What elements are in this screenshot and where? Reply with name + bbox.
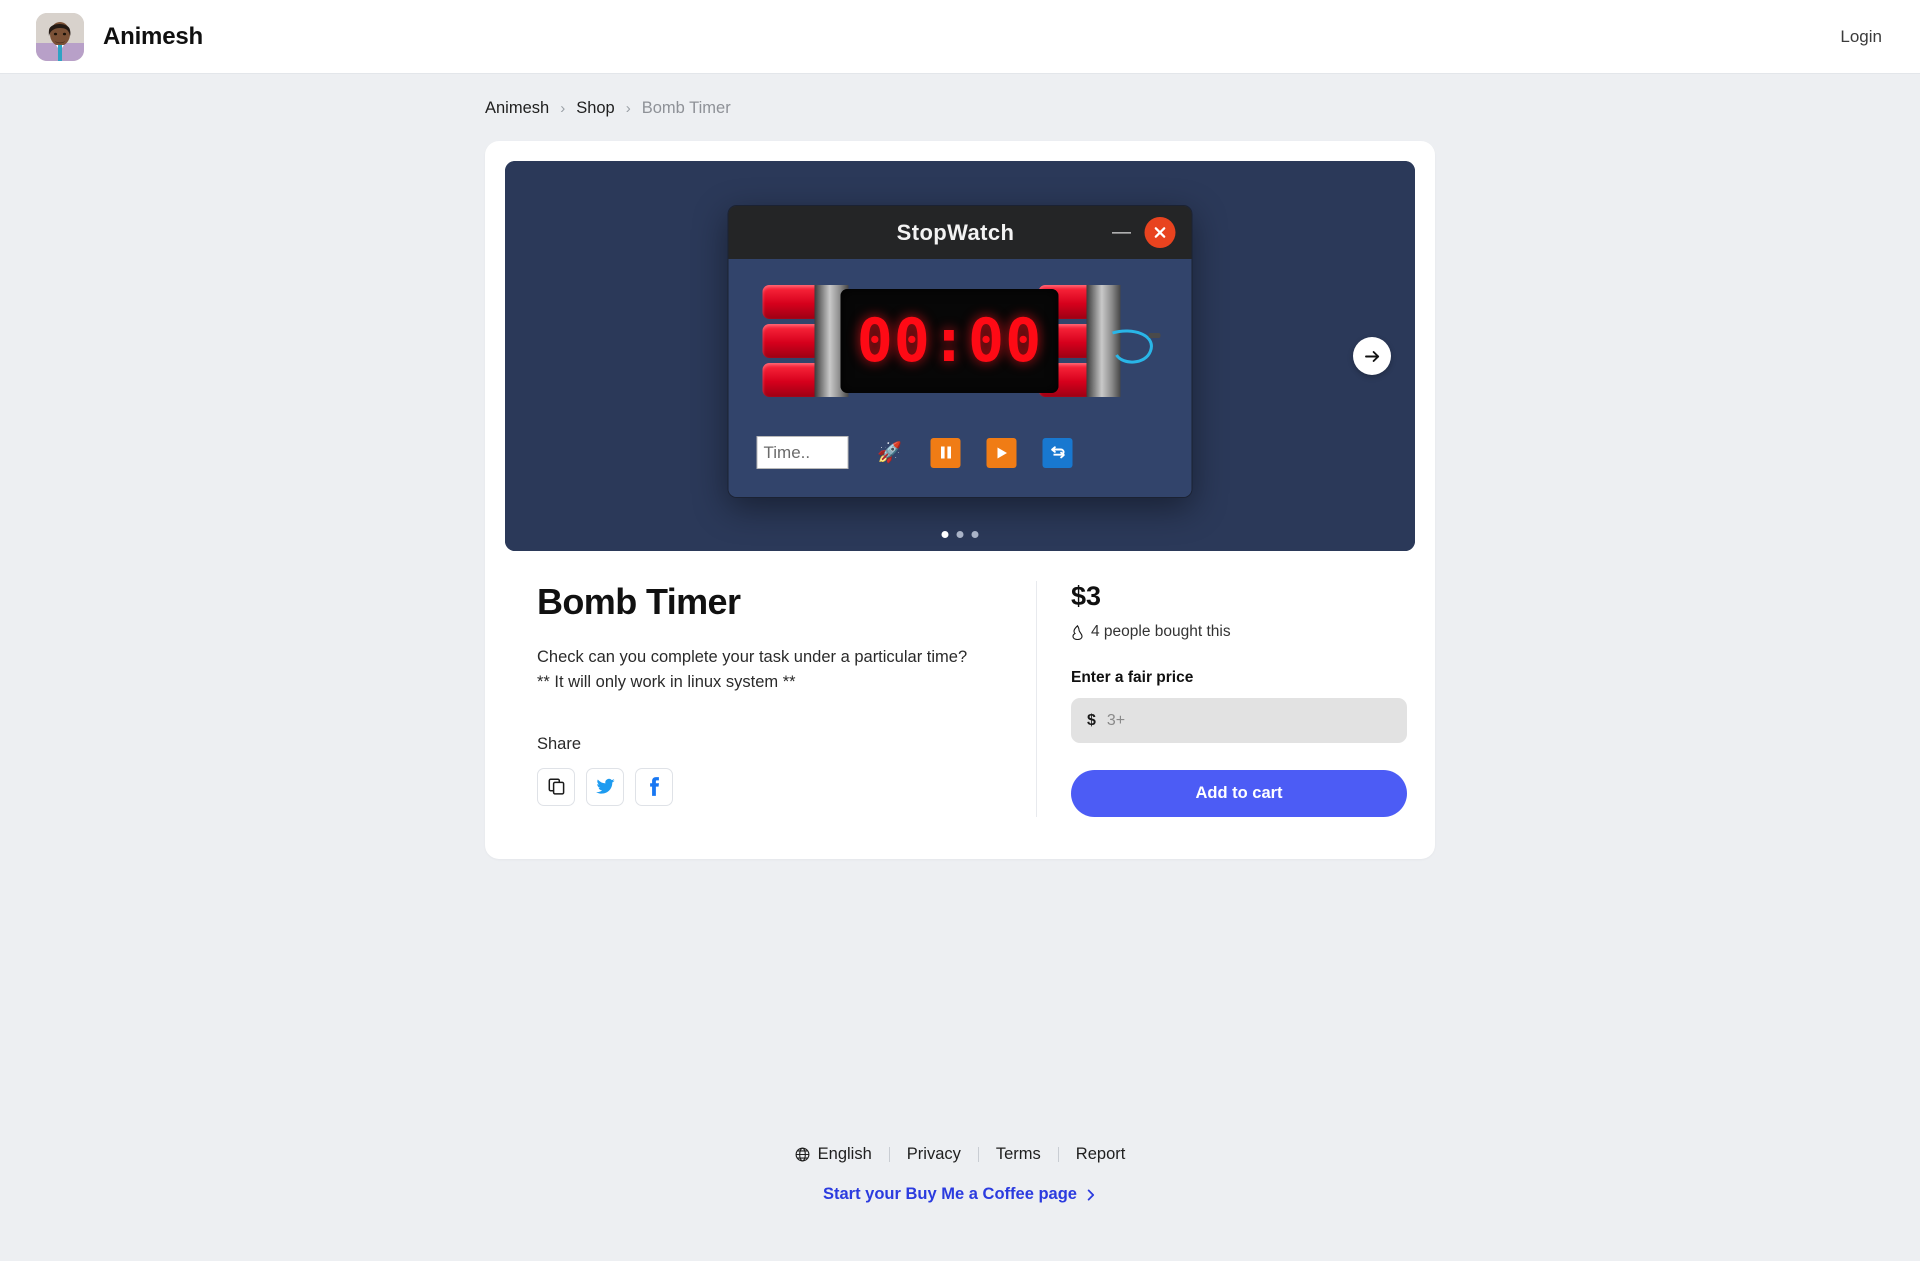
fair-price-label: Enter a fair price xyxy=(1071,669,1194,686)
minimize-icon: — xyxy=(1112,221,1131,243)
product-description-line-2: ** It will only work in linux system ** xyxy=(537,672,796,691)
globe-icon xyxy=(795,1147,810,1162)
purchase-column: $3 4 people bought this Enter a fair pri… xyxy=(1037,581,1407,817)
product-card: StopWatch — 00:00 Time.. 🚀 Bomb Timer Ch… xyxy=(485,141,1435,859)
carousel-dot-3[interactable] xyxy=(971,531,979,538)
product-details: Bomb Timer Check can you complete your t… xyxy=(505,551,1415,839)
breadcrumb: Animesh › Shop › Bomb Timer xyxy=(485,74,1435,118)
page-title: Bomb Timer xyxy=(537,581,741,622)
countdown-display: 00:00 xyxy=(840,289,1059,393)
purchase-count-text: 4 people bought this xyxy=(1091,623,1231,640)
top-navigation-bar: Animesh Login xyxy=(0,0,1920,74)
currency-symbol: $ xyxy=(1087,711,1096,729)
brand-name: Animesh xyxy=(103,22,203,50)
flame-icon xyxy=(1072,624,1083,640)
add-to-cart-button[interactable]: Add to cart xyxy=(1071,770,1407,817)
breadcrumb-item-current: Bomb Timer xyxy=(641,99,731,117)
fuse-wire-icon xyxy=(1112,329,1161,364)
chevron-right-icon: › xyxy=(625,100,631,117)
reset-icon[interactable] xyxy=(1042,437,1073,468)
carousel-dot-1[interactable] xyxy=(941,531,949,538)
bomb-graphic: 00:00 xyxy=(757,285,1167,397)
product-description-line-1: Check can you complete your task under a… xyxy=(537,648,968,666)
stopwatch-app-title: StopWatch xyxy=(896,219,1015,245)
footer-links: English Privacy Terms Report xyxy=(0,1145,1920,1164)
chevron-right-icon xyxy=(1087,1189,1095,1200)
breadcrumb-item-animesh[interactable]: Animesh xyxy=(485,99,549,118)
pause-icon[interactable] xyxy=(930,437,961,468)
stopwatch-app-screenshot: StopWatch — 00:00 Time.. 🚀 xyxy=(727,205,1193,498)
footer-link-terms[interactable]: Terms xyxy=(979,1145,1058,1164)
carousel-next-button[interactable] xyxy=(1353,337,1391,375)
page-footer: English Privacy Terms Report Start your … xyxy=(0,1145,1920,1204)
avatar xyxy=(36,12,84,61)
carousel-dots xyxy=(941,531,979,538)
product-image-carousel: StopWatch — 00:00 Time.. 🚀 xyxy=(505,161,1415,551)
time-input[interactable]: Time.. xyxy=(756,436,849,469)
footer-link-privacy[interactable]: Privacy xyxy=(890,1145,978,1164)
price-input[interactable]: $ 3+ xyxy=(1071,698,1407,743)
countdown-value: 00:00 xyxy=(856,306,1043,376)
stopwatch-controls: Time.. 🚀 xyxy=(756,436,1073,469)
rocket-icon[interactable]: 🚀 xyxy=(875,438,905,468)
language-label: English xyxy=(817,1145,872,1163)
language-selector[interactable]: English xyxy=(778,1145,889,1164)
close-icon xyxy=(1144,217,1176,248)
product-info-column: Bomb Timer Check can you complete your t… xyxy=(513,581,1037,817)
footer-link-report[interactable]: Report xyxy=(1059,1145,1143,1164)
share-facebook-button[interactable] xyxy=(635,767,673,806)
carousel-dot-2[interactable] xyxy=(956,531,964,538)
login-link[interactable]: Login xyxy=(1840,27,1882,47)
brand-area[interactable]: Animesh xyxy=(36,12,203,61)
play-icon[interactable] xyxy=(986,437,1017,468)
share-buttons xyxy=(537,767,1000,806)
breadcrumb-item-shop[interactable]: Shop xyxy=(576,99,615,118)
purchase-count: 4 people bought this xyxy=(1071,623,1407,641)
stopwatch-body: 00:00 Time.. 🚀 xyxy=(728,259,1192,497)
product-description: Check can you complete your task under a… xyxy=(537,645,1000,695)
share-twitter-button[interactable] xyxy=(586,767,624,806)
stopwatch-titlebar: StopWatch — xyxy=(728,206,1192,259)
product-price: $3 xyxy=(1071,581,1102,611)
start-page-cta[interactable]: Start your Buy Me a Coffee page xyxy=(823,1185,1097,1204)
share-label: Share xyxy=(537,734,582,753)
chevron-right-icon: › xyxy=(560,100,566,117)
price-input-placeholder: 3+ xyxy=(1106,711,1126,729)
copy-link-button[interactable] xyxy=(537,767,575,806)
start-page-cta-label: Start your Buy Me a Coffee page xyxy=(823,1185,1077,1203)
